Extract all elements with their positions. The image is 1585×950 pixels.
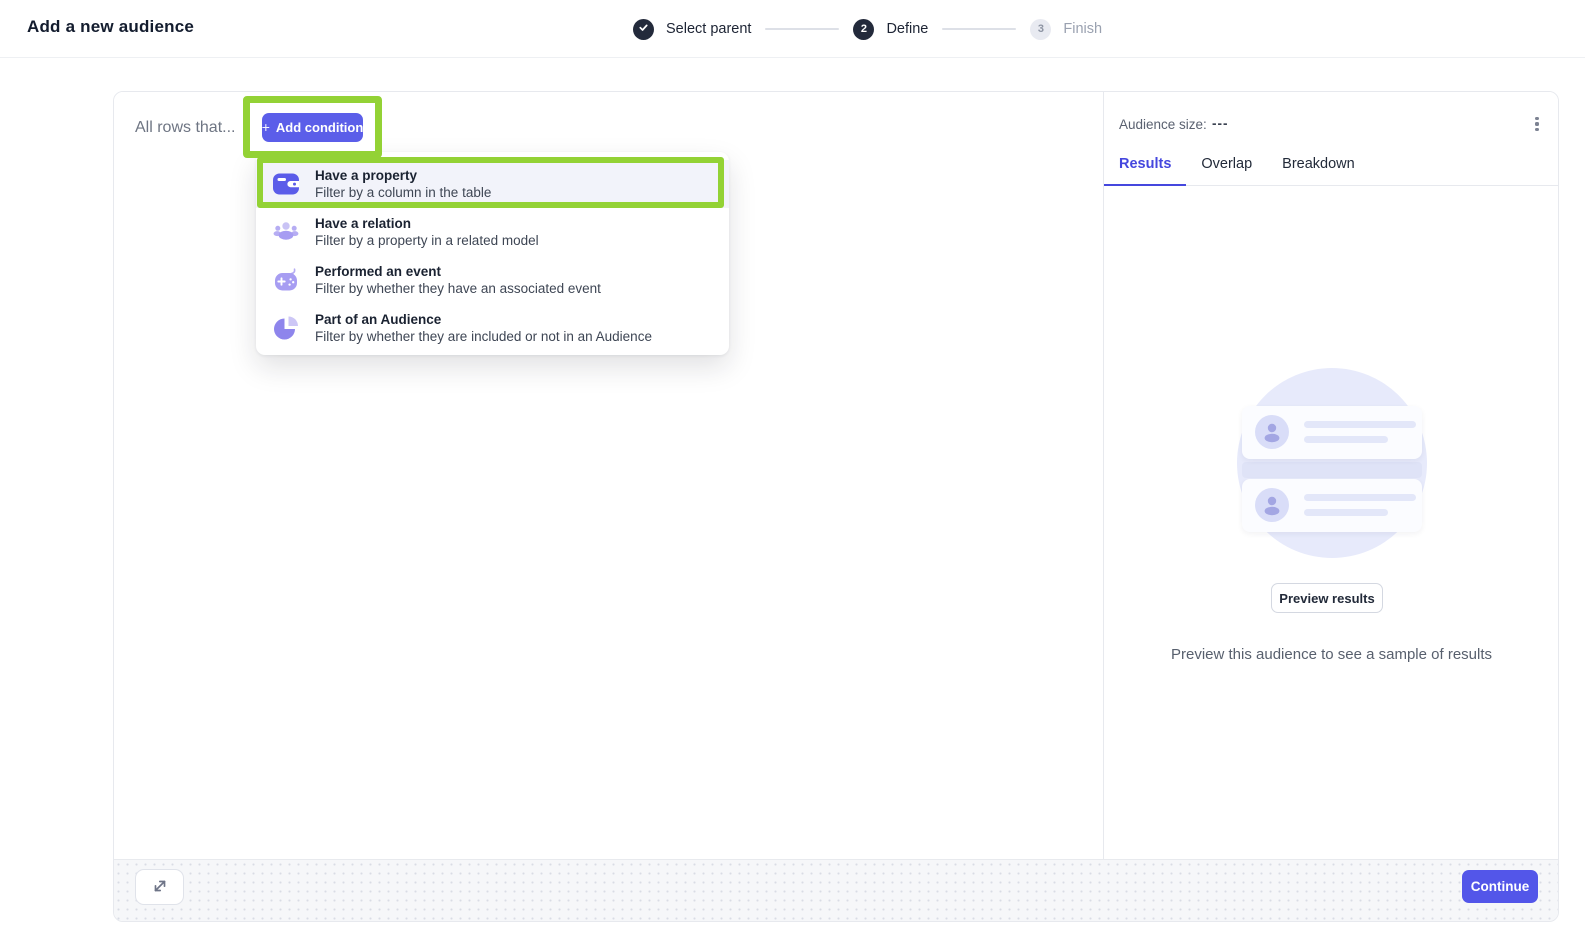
event-spark-icon (272, 266, 300, 294)
condition-type-menu: Have a property Filter by a column in th… (256, 152, 729, 355)
menu-item-performed-an-event[interactable]: Performed an event Filter by whether the… (256, 256, 729, 304)
step-complete-circle (633, 19, 654, 40)
step-connector (942, 28, 1016, 30)
step-finish: 3 Finish (1030, 19, 1102, 40)
menu-item-have-a-relation[interactable]: Have a relation Filter by a property in … (256, 208, 729, 256)
stepper: Select parent 2 Define 3 Finish (633, 0, 1102, 58)
menu-item-description: Filter by whether they have an associate… (315, 281, 601, 297)
tab-breakdown[interactable]: Breakdown (1267, 142, 1370, 185)
step-connector (765, 28, 839, 30)
card-footer: Continue (114, 859, 1558, 921)
step-number: 2 (853, 19, 874, 40)
menu-item-title: Performed an event (315, 263, 601, 280)
empty-state-caption: Preview this audience to see a sample of… (1104, 646, 1559, 663)
expand-button[interactable] (135, 869, 184, 905)
avatar (1255, 415, 1289, 449)
wallet-icon (272, 170, 300, 198)
illustration-band (1242, 462, 1422, 478)
panel-tabs: Results Overlap Breakdown (1104, 142, 1559, 186)
add-condition-label: Add condition (276, 120, 363, 135)
people-icon (272, 218, 300, 246)
menu-item-description: Filter by whether they are included or n… (315, 329, 652, 345)
top-header: Add a new audience Select parent 2 Defin… (0, 0, 1585, 58)
avatar (1255, 488, 1289, 522)
add-condition-button[interactable]: + Add condition (262, 113, 363, 142)
menu-item-description: Filter by a property in a related model (315, 233, 539, 249)
audience-builder-card: All rows that... Have a property Filter … (113, 91, 1559, 922)
menu-item-have-a-property[interactable]: Have a property Filter by a column in th… (256, 160, 729, 208)
page-title: Add a new audience (27, 17, 194, 37)
check-icon (638, 22, 649, 36)
audience-size-label: Audience size: (1119, 117, 1207, 132)
step-label: Define (886, 21, 928, 37)
step-label: Select parent (666, 21, 751, 37)
step-define[interactable]: 2 Define (853, 19, 928, 40)
placeholder-line (1304, 436, 1388, 443)
step-number: 3 (1030, 19, 1051, 40)
illustration-user-card (1242, 406, 1422, 459)
expand-icon (149, 875, 171, 900)
tab-overlap[interactable]: Overlap (1186, 142, 1267, 185)
all-rows-label: All rows that... (135, 119, 235, 137)
results-panel: Audience size: --- Results Overlap Break… (1103, 92, 1559, 860)
menu-item-title: Have a property (315, 167, 491, 184)
audience-size-value: --- (1212, 116, 1229, 131)
placeholder-line (1304, 509, 1388, 516)
menu-item-title: Part of an Audience (315, 311, 652, 328)
menu-item-description: Filter by a column in the table (315, 185, 491, 201)
plus-icon: + (262, 119, 270, 135)
step-select-parent[interactable]: Select parent (633, 19, 751, 40)
placeholder-line (1304, 421, 1416, 428)
kebab-menu-icon[interactable] (1527, 114, 1547, 134)
pie-chart-icon (272, 314, 300, 342)
tab-results[interactable]: Results (1104, 142, 1186, 185)
illustration-user-card (1242, 479, 1422, 532)
placeholder-line (1304, 494, 1416, 501)
menu-item-part-of-an-audience[interactable]: Part of an Audience Filter by whether th… (256, 304, 729, 352)
preview-results-button[interactable]: Preview results (1271, 583, 1383, 613)
menu-item-title: Have a relation (315, 215, 539, 232)
highlight-box-add-condition: + Add condition (243, 96, 382, 158)
condition-canvas: All rows that... Have a property Filter … (114, 92, 1103, 860)
step-label: Finish (1063, 21, 1102, 37)
continue-button[interactable]: Continue (1462, 870, 1538, 903)
